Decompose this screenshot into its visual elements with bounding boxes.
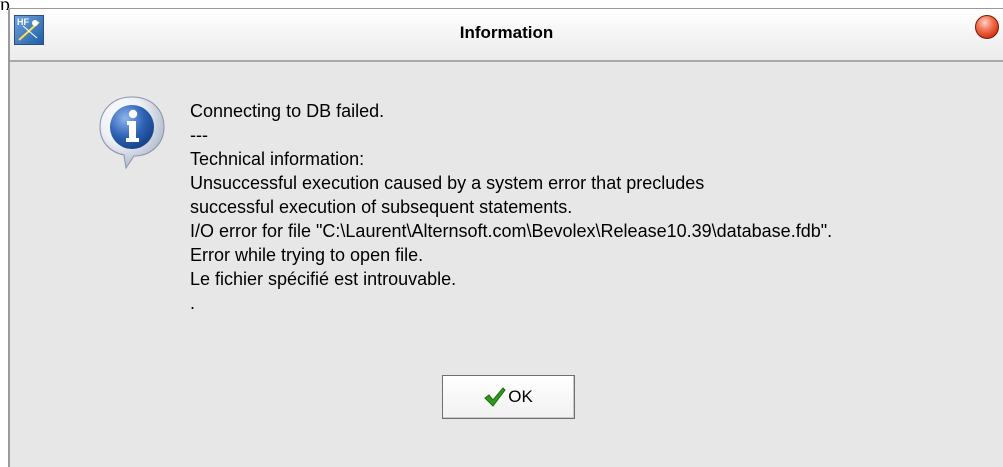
close-icon[interactable] (975, 15, 999, 39)
message-line: Connecting to DB failed. (190, 101, 385, 121)
error-message: Connecting to DB failed. --- Technical i… (190, 99, 970, 315)
message-line: --- (190, 125, 208, 145)
message-line: successful execution of subsequent state… (190, 197, 573, 217)
dialog-title: Information (459, 23, 554, 42)
title-bar[interactable]: HF Information (10, 9, 1003, 62)
message-line: Technical information: (190, 149, 365, 169)
message-line: I/O error for file "C:\Laurent\Alternsof… (190, 221, 833, 241)
checkmark-icon (484, 387, 506, 407)
message-line: . (190, 293, 196, 313)
ok-button[interactable]: OK (442, 375, 575, 419)
information-icon (99, 96, 165, 169)
information-dialog: HF Information Connecting to DB failed. … (8, 8, 1003, 467)
ok-label: OK (508, 387, 533, 406)
message-line: Le fichier spécifié est introuvable. (190, 269, 457, 289)
message-line: Error while trying to open file. (190, 245, 424, 265)
message-line: Unsuccessful execution caused by a syste… (190, 173, 705, 193)
